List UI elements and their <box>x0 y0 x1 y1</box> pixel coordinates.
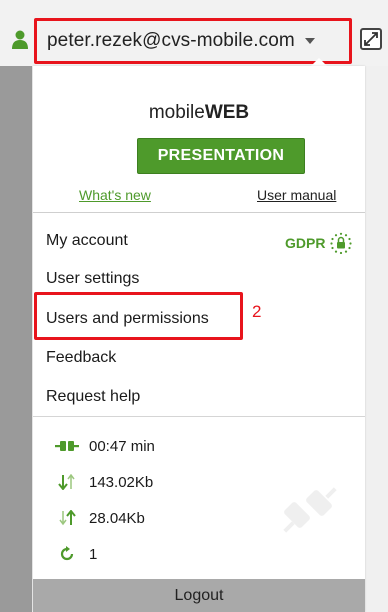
highlight-box-2 <box>34 292 243 340</box>
menu-item-request-help[interactable]: Request help <box>46 388 140 406</box>
connection-stats: 00:47 min 143.02Kb 28.04Kb 1 <box>33 416 365 579</box>
menu-item-feedback[interactable]: Feedback <box>46 349 116 367</box>
divider <box>33 212 365 213</box>
chevron-down-icon <box>304 38 315 44</box>
account-dropdown[interactable]: peter.rezek@cvs-mobile.com <box>34 18 352 64</box>
expand-button[interactable] <box>360 28 382 50</box>
dropdown-notch <box>311 58 327 66</box>
left-sidebar-strip <box>0 0 32 612</box>
top-bar: peter.rezek@cvs-mobile.com <box>0 0 388 66</box>
stat-upload: 28.04Kb <box>55 509 145 527</box>
presentation-button[interactable]: PRESENTATION <box>137 138 305 174</box>
stat-refresh: 1 <box>55 545 97 563</box>
brand-title: mobileWEB <box>148 102 250 123</box>
menu-item-my-account[interactable]: My account <box>46 232 128 250</box>
stat-download: 143.02Kb <box>55 473 153 491</box>
upload-icon <box>59 510 76 526</box>
lock-icon <box>330 232 353 254</box>
gdpr-badge[interactable]: GDPR <box>285 232 353 254</box>
user-manual-link[interactable]: User manual <box>257 187 336 203</box>
stat-connection-time: 00:47 min <box>55 437 155 455</box>
menu-item-user-settings[interactable]: User settings <box>46 270 139 288</box>
download-icon <box>58 474 75 490</box>
expand-icon <box>364 32 378 46</box>
plug-icon <box>55 441 79 451</box>
annotation-2: 2 <box>252 302 262 321</box>
refresh-icon <box>60 546 74 561</box>
whats-new-link[interactable]: What's new <box>79 187 151 203</box>
logout-button[interactable]: Logout <box>33 579 365 612</box>
account-email: peter.rezek@cvs-mobile.com <box>47 30 295 51</box>
user-icon <box>12 30 28 49</box>
plug-icon <box>283 487 337 533</box>
gdpr-label: GDPR <box>285 235 326 251</box>
